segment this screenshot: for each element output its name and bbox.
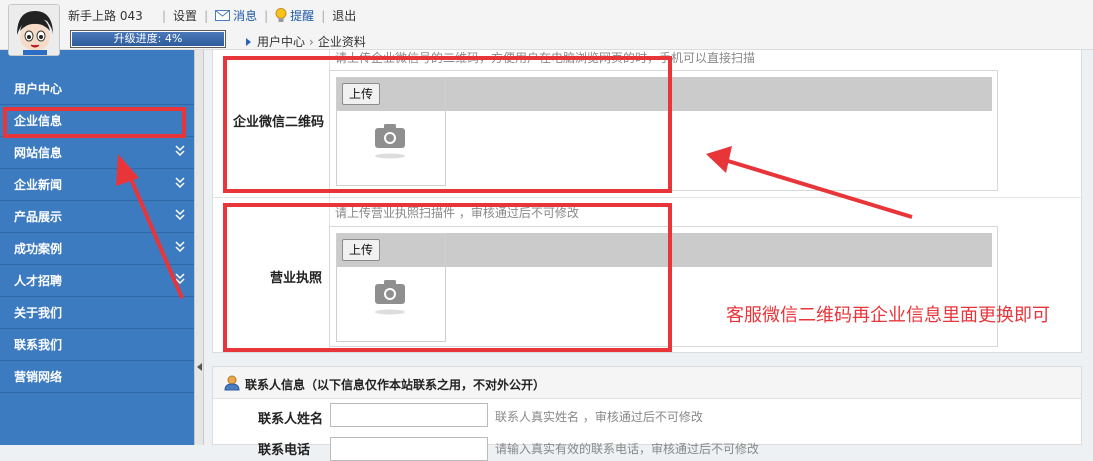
- top-bar: 新手上路 043 | 设置 | 消息 | 提醒 | 退出 升级进度: 4% 用户…: [0, 0, 1093, 50]
- wechat-qr-thumbnail[interactable]: [336, 77, 446, 186]
- nav-separator: |: [264, 8, 269, 23]
- sidebar-item-label: 人才招聘: [14, 274, 63, 288]
- contact-phone-label: 联系电话: [258, 443, 311, 458]
- sidebar-item-cases[interactable]: 成功案例: [0, 233, 194, 265]
- envelope-icon: [215, 10, 231, 21]
- sidebar-item-label: 成功案例: [14, 242, 63, 256]
- contact-info-title: 联系人信息（以下信息仅作本站联系之用，不对外公开）: [245, 378, 546, 392]
- reminders-link[interactable]: 提醒: [275, 7, 314, 24]
- sidebar-item-about-us[interactable]: 关于我们: [0, 297, 194, 329]
- wechat-qr-label: 企业微信二维码: [233, 115, 325, 130]
- double-chevron-down-icon: [175, 241, 185, 253]
- double-chevron-down-icon: [175, 177, 185, 189]
- nav-separator: |: [162, 8, 167, 23]
- contact-phone-hint: 请输入真实有效的联系电话，审核通过后不可修改: [495, 442, 760, 456]
- logout-link[interactable]: 退出: [332, 7, 356, 24]
- breadcrumb-home[interactable]: 用户中心: [257, 33, 305, 50]
- sidebar-item-label: 网站信息: [14, 146, 63, 160]
- breadcrumb-triangle-icon: [246, 37, 251, 46]
- sidebar-item-label: 用户中心: [14, 82, 63, 96]
- contact-name-hint: 联系人真实姓名 ，审核通过后不可修改: [495, 410, 703, 424]
- sidebar-item-label: 营销网络: [14, 370, 63, 384]
- contact-name-label: 联系人姓名: [258, 412, 324, 427]
- messages-link[interactable]: 消息: [215, 7, 257, 24]
- avatar[interactable]: [8, 4, 60, 56]
- sidebar-item-label: 联系我们: [14, 338, 63, 352]
- nav-separator: |: [321, 8, 326, 23]
- sidebar: 用户中心 企业信息 网站信息 企业新闻 产品展示 成功案例 人才招聘 关于我们 …: [0, 50, 194, 445]
- double-chevron-down-icon: [175, 209, 185, 221]
- wechat-qr-hint: 请上传企业微信号的二维码，方便用户在电脑浏览网页的时，手机可以直接扫描: [335, 51, 756, 65]
- reminders-label: 提醒: [290, 9, 315, 23]
- sidebar-item-contact-us[interactable]: 联系我们: [0, 329, 194, 361]
- top-nav: | 设置 | 消息 | 提醒 | 退出: [155, 7, 356, 24]
- annotation-text: 客服微信二维码再企业信息里面更换即可: [726, 305, 1050, 326]
- double-chevron-down-icon: [175, 145, 185, 157]
- row-divider: [213, 197, 1083, 198]
- camera-icon: [375, 280, 405, 315]
- camera-icon: [375, 124, 405, 159]
- cartoon-face-icon: [9, 5, 59, 55]
- contact-info-section: 联系人信息（以下信息仅作本站联系之用，不对外公开） 联系人姓名 联系人真实姓名 …: [212, 366, 1082, 461]
- lightbulb-icon: [275, 8, 287, 22]
- sidebar-item-company-news[interactable]: 企业新闻: [0, 169, 194, 201]
- sidebar-item-user-center[interactable]: 用户中心: [0, 73, 194, 105]
- sidebar-item-label: 产品展示: [14, 210, 63, 224]
- contact-person-icon: [224, 375, 240, 391]
- upgrade-progress-bar: 升级进度: 4%: [70, 30, 226, 48]
- sidebar-item-marketing-network[interactable]: 营销网络: [0, 361, 194, 393]
- upgrade-progress-label: 升级进度: 4%: [113, 32, 183, 45]
- business-license-upload-area: 上传: [329, 226, 998, 347]
- sidebar-item-label: 关于我们: [14, 306, 63, 320]
- wechat-qr-upload-area: 上传: [329, 70, 998, 191]
- breadcrumb-chevron-icon: ›: [309, 34, 314, 49]
- messages-label: 消息: [233, 9, 258, 23]
- contact-info-header: 联系人信息（以下信息仅作本站联系之用，不对外公开）: [213, 367, 1081, 399]
- breadcrumb-current: 企业资料: [317, 35, 366, 49]
- username: 新手上路 043: [68, 9, 143, 23]
- sidebar-item-label: 企业信息: [14, 114, 63, 128]
- business-license-thumbnail[interactable]: [336, 233, 446, 342]
- sidebar-item-recruitment[interactable]: 人才招聘: [0, 265, 194, 297]
- contact-name-input[interactable]: [330, 403, 488, 427]
- nav-separator: |: [204, 8, 209, 23]
- sidebar-item-website-info[interactable]: 网站信息: [0, 137, 194, 169]
- sidebar-collapse-handle[interactable]: [194, 50, 204, 445]
- breadcrumb: 用户中心 › 企业资料: [246, 33, 366, 50]
- sidebar-item-products[interactable]: 产品展示: [0, 201, 194, 233]
- sidebar-item-company-info[interactable]: 企业信息: [0, 105, 194, 137]
- collapse-arrow-icon: [197, 363, 202, 371]
- double-chevron-down-icon: [175, 273, 185, 285]
- sidebar-item-label: 企业新闻: [14, 178, 63, 192]
- settings-link[interactable]: 设置: [173, 7, 197, 24]
- business-license-hint: 请上传营业执照扫描件 ，审核通过后不可修改: [335, 206, 579, 220]
- contact-phone-input[interactable]: [330, 437, 488, 461]
- business-license-label: 营业执照: [270, 271, 323, 286]
